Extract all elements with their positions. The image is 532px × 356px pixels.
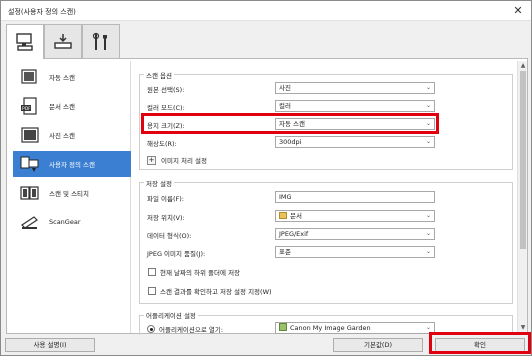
checkbox-box[interactable] <box>148 287 156 295</box>
expand-plus-icon[interactable]: + <box>147 155 156 165</box>
resolution-select[interactable]: 300dpi ⌄ <box>275 136 435 148</box>
tools-icon <box>92 32 107 50</box>
ok-button-highlight <box>429 332 531 354</box>
svg-text:PDF: PDF <box>22 106 31 112</box>
chevron-down-icon: ⌄ <box>425 248 431 255</box>
checkbox-box[interactable] <box>148 268 156 276</box>
tab-scan-to-pc[interactable] <box>44 24 82 58</box>
scroll-down-icon[interactable]: ▼ <box>519 324 527 332</box>
save-location-label: 저장 위치(V): <box>147 214 185 222</box>
sidebar-item-label: ScanGear <box>49 218 81 226</box>
scroll-up-icon[interactable]: ▲ <box>519 62 527 70</box>
chevron-down-icon: ⌄ <box>425 230 431 237</box>
close-icon[interactable]: ✕ <box>511 4 525 18</box>
scanner-pc-icon <box>16 33 33 51</box>
sidebar-item-custom-scan[interactable]: 사용자 정의 스캔 <box>13 151 131 177</box>
chevron-down-icon: ⌄ <box>425 102 431 109</box>
subfolder-label: 현재 날짜의 하위 폴더에 저장 <box>160 269 241 277</box>
pdf-document-icon: PDF <box>19 97 41 115</box>
tab-general-settings[interactable] <box>82 24 120 58</box>
data-format-value: JPEG/Exif <box>279 230 309 238</box>
sidebar-item-document-scan[interactable]: PDF 문서 스캔 <box>13 94 131 118</box>
scroll-thumb[interactable] <box>520 71 526 249</box>
scan-mode-sidebar: 자동 스캔 PDF 문서 스캔 사진 스캔 사용자 정의 스캔 스캔 및 스티치… <box>9 61 131 333</box>
open-with-select[interactable]: Canon My Image Garden ⌄ <box>275 322 435 334</box>
open-with-radio[interactable] <box>147 325 155 333</box>
resolution-value: 300dpi <box>279 138 302 146</box>
open-with-row[interactable]: 어플리케이션으로 열기: <box>147 323 223 335</box>
source-label: 원본 선택(S): <box>147 86 185 94</box>
confirm-results-checkbox[interactable]: 스캔 결과를 확인하고 저장 설정 지정(W) <box>148 286 272 296</box>
save-settings-title: 저장 설정 <box>144 178 174 188</box>
chevron-down-icon: ⌄ <box>425 84 431 91</box>
app-icon <box>279 323 287 331</box>
jpeg-quality-label: JPEG 이미지 품질(J): <box>147 250 206 258</box>
filename-label: 파일 이름(F): <box>147 195 184 203</box>
sidebar-item-auto-scan[interactable]: 자동 스캔 <box>13 65 131 89</box>
scangear-icon <box>19 213 41 231</box>
source-select[interactable]: 사진 ⌄ <box>275 82 435 94</box>
vertical-scrollbar[interactable]: ▲ ▼ <box>517 61 527 333</box>
chevron-down-icon: ⌄ <box>425 138 431 145</box>
resolution-label: 해상도(R): <box>147 140 177 148</box>
settings-window: 설정(사용자 정의 스캔) ✕ 자동 스캔 PDF 문서 스캔 사진 스캔 사용… <box>0 0 532 356</box>
save-location-select[interactable]: 문서 ⌄ <box>275 210 435 222</box>
color-mode-value: 컬러 <box>279 102 291 110</box>
open-with-label: 어플리케이션으로 열기: <box>159 326 224 334</box>
custom-scan-settings-panel: 스캔 옵션 원본 선택(S): 사진 ⌄ 컬러 모드(C): 컬러 ⌄ 용지 크… <box>133 61 517 335</box>
data-format-select[interactable]: JPEG/Exif ⌄ <box>275 228 435 240</box>
image-processing-row[interactable]: + 이미지 처리 설정 <box>147 154 207 166</box>
sidebar-item-photo-scan[interactable]: 사진 스캔 <box>13 123 131 147</box>
jpeg-quality-value: 표준 <box>279 248 291 256</box>
filename-input[interactable]: IMG <box>275 191 435 203</box>
tab-scan[interactable] <box>6 24 44 59</box>
sidebar-item-label: 문서 스캔 <box>49 103 75 111</box>
sidebar-item-label: 스캔 및 스티치 <box>49 190 90 198</box>
custom-scan-icon <box>19 155 41 173</box>
save-location-value: 문서 <box>290 212 302 220</box>
color-mode-select[interactable]: 컬러 ⌄ <box>275 100 435 112</box>
sidebar-item-label: 사용자 정의 스캔 <box>49 161 95 169</box>
app-settings-title: 어플리케이션 설정 <box>144 310 198 320</box>
instructions-button[interactable]: 사용 설명(I) <box>5 338 95 352</box>
settings-tabs <box>6 24 526 59</box>
jpeg-quality-select[interactable]: 표준 ⌄ <box>275 246 435 258</box>
photo-icon <box>19 126 41 144</box>
color-mode-label: 컬러 모드(C): <box>147 104 185 112</box>
sidebar-item-scan-stitch[interactable]: 스캔 및 스티치 <box>13 181 131 205</box>
defaults-button[interactable]: 기본값(D) <box>333 338 423 352</box>
title-bar: 설정(사용자 정의 스캔) ✕ <box>1 1 531 21</box>
scan-options-title: 스캔 옵션 <box>144 70 174 80</box>
subfolder-checkbox[interactable]: 현재 날짜의 하위 폴더에 저장 <box>148 267 240 277</box>
confirm-results-label: 스캔 결과를 확인하고 저장 설정 지정(W) <box>160 288 272 296</box>
open-with-value: Canon My Image Garden <box>290 324 371 332</box>
window-title: 설정(사용자 정의 스캔) <box>8 8 76 16</box>
image-processing-label: 이미지 처리 설정 <box>161 157 207 165</box>
stitch-icon <box>19 184 41 202</box>
dialog-button-bar: 사용 설명(I) 기본값(D) 확인 <box>1 332 531 355</box>
scan-arrow-icon <box>54 33 72 49</box>
chevron-down-icon: ⌄ <box>425 212 431 219</box>
paper-size-highlight <box>141 113 439 134</box>
sidebar-item-label: 사진 스캔 <box>49 132 75 140</box>
source-value: 사진 <box>279 84 291 92</box>
settings-content: 자동 스캔 PDF 문서 스캔 사진 스캔 사용자 정의 스캔 스캔 및 스티치… <box>6 58 528 335</box>
auto-scan-icon <box>19 68 41 86</box>
sidebar-item-scangear[interactable]: ScanGear <box>13 210 131 234</box>
sidebar-item-label: 자동 스캔 <box>49 74 75 82</box>
data-format-label: 데이터 형식(O): <box>147 232 192 240</box>
folder-icon <box>279 212 287 219</box>
